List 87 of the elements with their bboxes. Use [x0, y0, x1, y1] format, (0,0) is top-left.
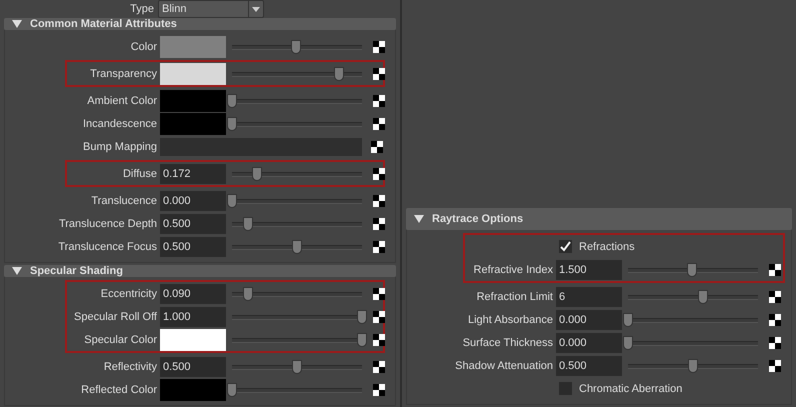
- expand-triangle-icon[interactable]: [414, 215, 424, 223]
- slider-thumb[interactable]: [334, 66, 344, 80]
- slider-thumb[interactable]: [623, 336, 633, 350]
- slider-thumb[interactable]: [686, 262, 697, 276]
- checker-icon[interactable]: [373, 194, 385, 206]
- attribute-label: Translucence Focus: [57, 240, 157, 252]
- checker-icon[interactable]: [373, 360, 385, 372]
- checkbox-label: Chromatic Aberration: [579, 382, 682, 394]
- checker-icon[interactable]: [373, 310, 385, 322]
- caret-icon: [248, 1, 263, 17]
- expand-triangle-icon[interactable]: [12, 20, 22, 28]
- checker-icon[interactable]: [373, 334, 385, 346]
- section-header[interactable]: Raytrace Options: [406, 208, 792, 230]
- checker-icon[interactable]: [373, 218, 385, 230]
- checkbox-label: Refractions: [579, 240, 635, 252]
- attribute-label: Refraction Limit: [476, 290, 553, 302]
- value-field[interactable]: 0.090: [160, 284, 226, 304]
- value-field[interactable]: 0.500: [160, 214, 226, 234]
- value-field[interactable]: 0.500: [160, 236, 226, 256]
- attribute-label: Transparency: [89, 68, 157, 80]
- color-swatch[interactable]: [160, 112, 226, 134]
- checker-icon[interactable]: [373, 384, 385, 396]
- slider-thumb[interactable]: [357, 310, 367, 324]
- checker-icon[interactable]: [373, 68, 385, 80]
- value-field[interactable]: 0.172: [160, 164, 226, 184]
- checker-icon[interactable]: [373, 240, 385, 252]
- attribute-label: Shadow Attenuation: [454, 360, 553, 372]
- checker-icon[interactable]: [769, 336, 781, 348]
- attribute-label: Specular Roll Off: [73, 310, 157, 322]
- attribute-label: Light Absorbance: [466, 314, 553, 326]
- attribute-label: Refractive Index: [472, 264, 553, 276]
- value-field[interactable]: 0.500: [556, 356, 622, 376]
- color-swatch[interactable]: [160, 62, 226, 84]
- checker-icon[interactable]: [769, 290, 781, 302]
- value-field[interactable]: 1.500: [556, 260, 622, 280]
- slider-thumb[interactable]: [227, 94, 237, 108]
- slider-thumb[interactable]: [227, 382, 237, 396]
- checkbox[interactable]: [559, 382, 572, 395]
- type-dropdown[interactable]: Blinn: [158, 0, 264, 18]
- checker-icon[interactable]: [373, 94, 385, 106]
- checker-icon[interactable]: [371, 140, 383, 152]
- slider-thumb[interactable]: [242, 286, 253, 300]
- slider-thumb[interactable]: [623, 312, 633, 326]
- value-field[interactable]: 0.500: [160, 356, 226, 376]
- value-field[interactable]: 6: [556, 286, 622, 306]
- attribute-label: Incandescence: [82, 118, 157, 130]
- checker-icon[interactable]: [373, 40, 385, 52]
- attribute-label: Specular Color: [83, 334, 157, 346]
- slider-thumb[interactable]: [292, 360, 302, 374]
- slider-thumb[interactable]: [357, 332, 367, 346]
- section-header[interactable]: Common Material Attributes: [4, 18, 396, 30]
- checker-icon[interactable]: [373, 168, 385, 180]
- expand-triangle-icon[interactable]: [12, 267, 22, 275]
- slider-thumb[interactable]: [227, 194, 237, 208]
- slider-thumb[interactable]: [227, 116, 237, 130]
- value-field[interactable]: 0.000: [556, 310, 622, 330]
- checker-icon[interactable]: [769, 314, 781, 326]
- checker-icon[interactable]: [373, 288, 385, 300]
- color-swatch[interactable]: [160, 378, 226, 400]
- attribute-label: Color: [130, 40, 157, 52]
- value-field[interactable]: 0.000: [556, 332, 622, 352]
- slider-thumb[interactable]: [698, 290, 708, 304]
- slider-thumb[interactable]: [242, 216, 253, 230]
- attribute-label: Bump Mapping: [82, 140, 157, 152]
- section-header[interactable]: Specular Shading: [4, 265, 396, 277]
- attribute-label: Surface Thickness: [462, 336, 553, 348]
- checker-icon[interactable]: [769, 264, 781, 276]
- attribute-label: Translucence Depth: [58, 218, 157, 230]
- slider-thumb[interactable]: [290, 40, 301, 54]
- attribute-label: Diffuse: [122, 168, 157, 180]
- slider-thumb[interactable]: [688, 358, 698, 372]
- checker-icon[interactable]: [769, 360, 781, 372]
- attribute-label: Reflectivity: [102, 360, 157, 372]
- attribute-label: Ambient Color: [86, 94, 157, 106]
- attribute-label: Reflected Color: [80, 384, 157, 396]
- attribute-label: Translucence: [90, 194, 157, 206]
- color-swatch[interactable]: [160, 328, 226, 350]
- color-swatch[interactable]: [160, 90, 226, 112]
- checkbox[interactable]: [559, 240, 572, 253]
- slider-thumb[interactable]: [292, 240, 302, 254]
- color-swatch[interactable]: [160, 36, 226, 58]
- checker-icon[interactable]: [373, 118, 385, 130]
- type-label: Type: [129, 3, 154, 15]
- value-field[interactable]: 0.000: [160, 190, 226, 210]
- value-field[interactable]: 1.000: [160, 306, 226, 326]
- slider-thumb[interactable]: [252, 166, 262, 180]
- attribute-label: Eccentricity: [100, 288, 157, 300]
